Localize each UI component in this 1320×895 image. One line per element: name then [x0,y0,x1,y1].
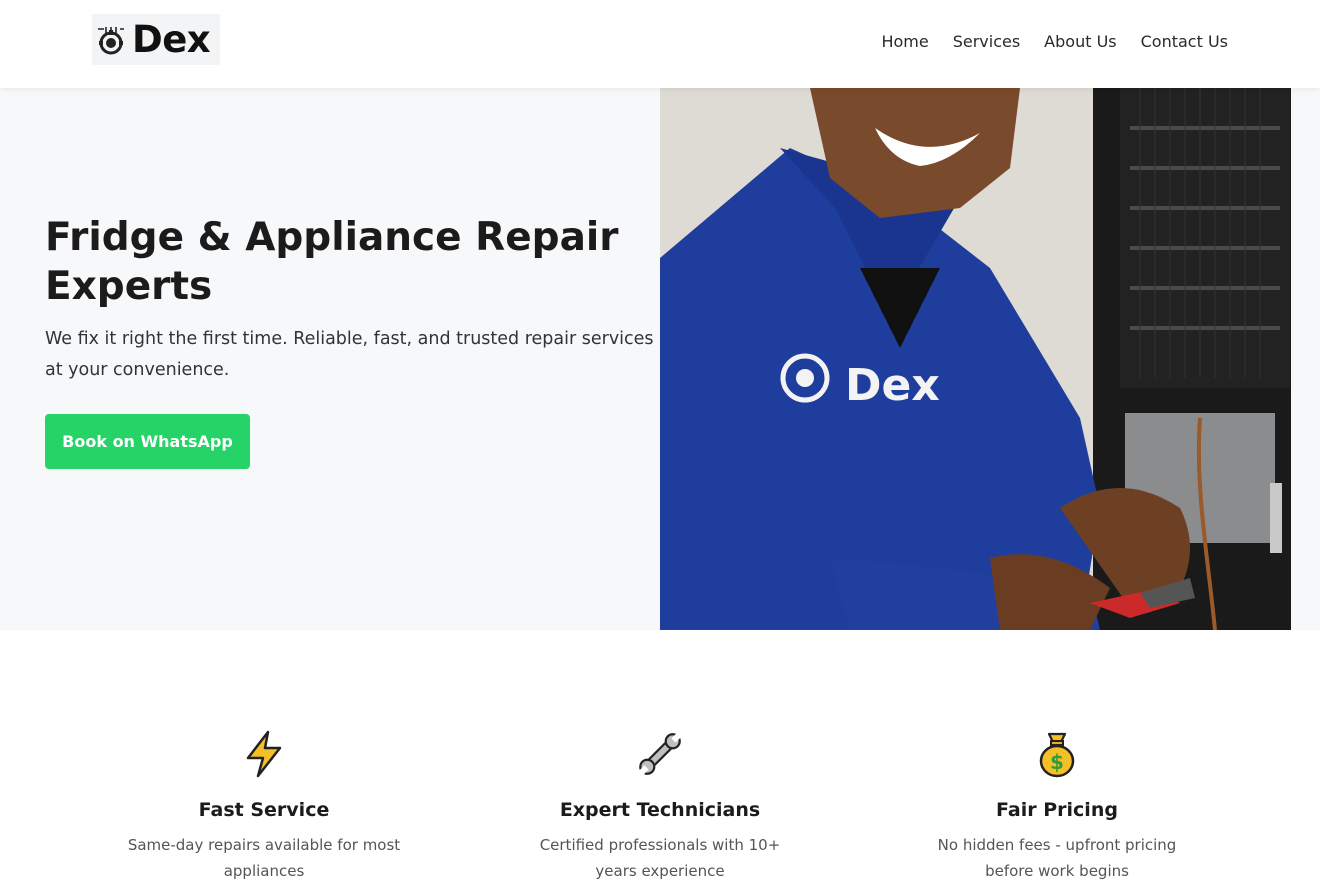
hero-section: Fridge & Appliance Repair Experts We fix… [0,88,1320,630]
feature-fair-pricing: $ Fair Pricing No hidden fees - upfront … [877,728,1237,884]
gear-tools-logo-icon [98,26,124,54]
wrench-icon [638,732,682,776]
svg-text:$: $ [1050,750,1064,774]
feature-expert-technicians: Expert Technicians Certified professiona… [480,728,840,884]
uniform-logo-text: Dex [845,360,940,411]
feature-title: Fast Service [198,799,330,821]
nav-services[interactable]: Services [953,32,1020,51]
brand-logo[interactable]: Dex [92,14,220,65]
feature-title: Fair Pricing [996,799,1118,821]
features-section: Fast Service Same-day repairs available … [0,630,1320,895]
main-nav: Home Services About Us Contact Us [881,32,1228,51]
brand-name: Dex [132,18,211,61]
hero-title: Fridge & Appliance Repair Experts [45,215,619,309]
book-whatsapp-button[interactable]: Book on WhatsApp [45,414,250,469]
hero-technician-image: Dex [660,88,1291,630]
nav-about-us[interactable]: About Us [1044,32,1116,51]
money-bag-icon: $ [1039,732,1075,778]
feature-text: Same-day repairs available for most appl… [127,836,401,880]
feature-text: No hidden fees - upfront pricing before … [937,836,1177,880]
nav-contact-us[interactable]: Contact Us [1141,32,1228,51]
nav-home[interactable]: Home [881,32,928,51]
feature-title: Expert Technicians [559,799,761,821]
site-header: Dex Home Services About Us Contact Us [0,0,1320,88]
hero-subtitle: We fix it right the first time. Reliable… [45,329,654,380]
lightning-icon [246,730,282,778]
feature-text: Certified professionals with 10+ years e… [539,836,781,880]
feature-fast-service: Fast Service Same-day repairs available … [84,728,444,884]
